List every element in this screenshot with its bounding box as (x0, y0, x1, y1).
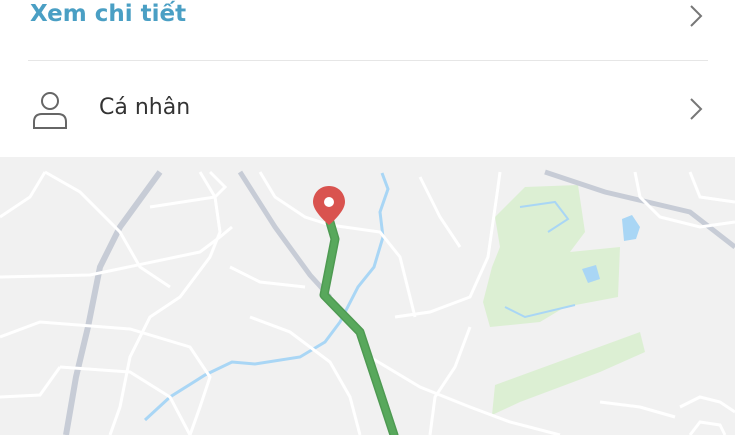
view-details-row[interactable]: Xem chi tiết (0, 0, 735, 60)
chevron-right-icon (690, 5, 703, 27)
major-road (63, 170, 163, 435)
minor-roads (0, 170, 735, 435)
park-area (483, 185, 620, 327)
personal-row[interactable]: Cá nhân (0, 61, 735, 157)
park-area (492, 332, 645, 415)
water-body (622, 215, 640, 241)
chevron-right-icon (690, 98, 703, 120)
personal-label: Cá nhân (99, 95, 191, 120)
view-details-link[interactable]: Xem chi tiết (30, 1, 186, 27)
map-canvas (0, 169, 735, 435)
location-pin-icon (313, 186, 345, 225)
route-map[interactable] (0, 157, 735, 435)
person-icon (33, 92, 67, 129)
